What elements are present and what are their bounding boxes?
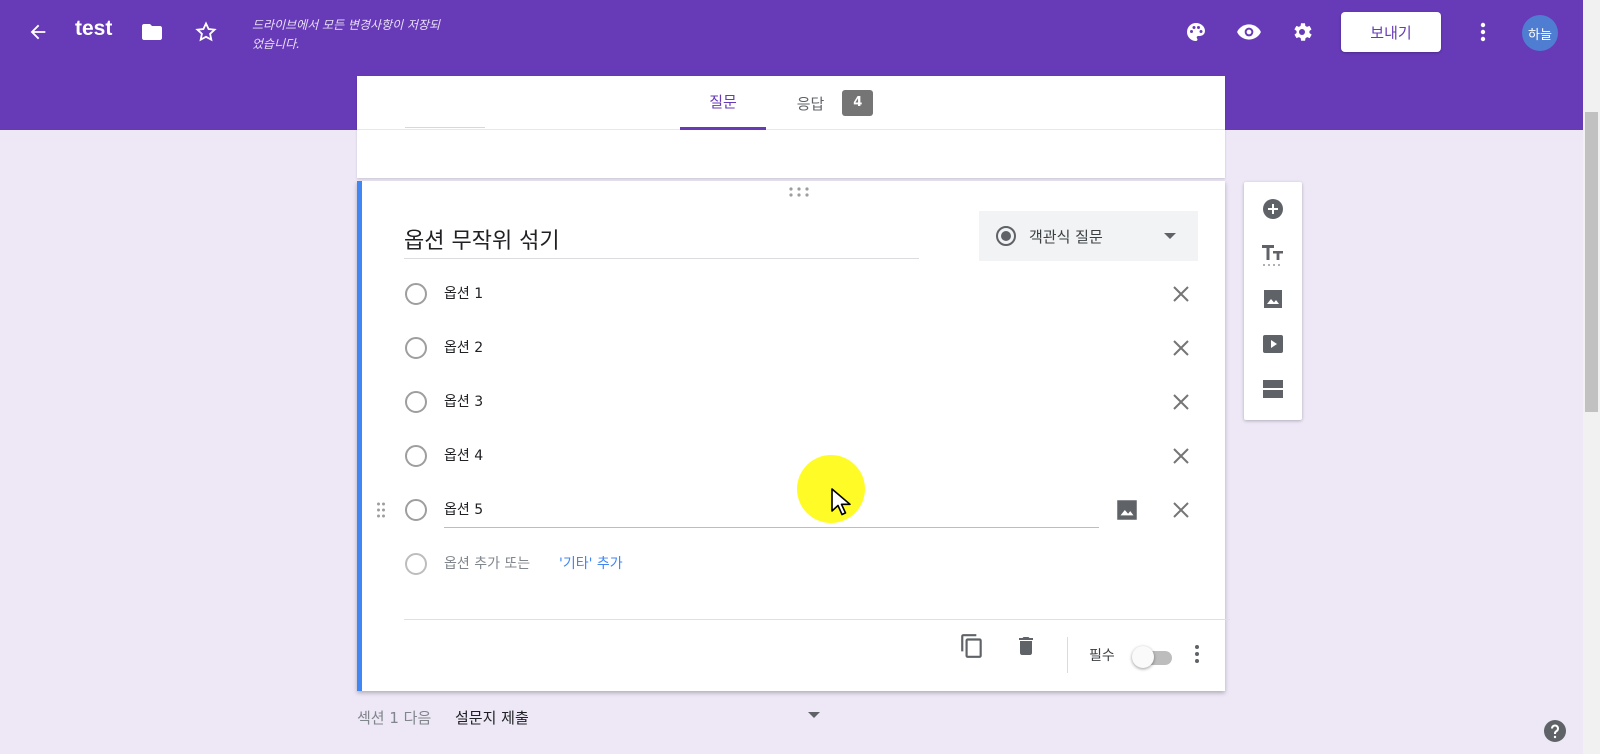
add-option-row[interactable]: 옵션 추가 또는 '기타' 추가 <box>362 539 1225 589</box>
trash-icon <box>1019 637 1033 655</box>
image-icon[interactable] <box>1114 497 1140 523</box>
option-row[interactable]: 옵션 4 <box>362 431 1225 481</box>
scrollbar-thumb[interactable] <box>1585 112 1598 412</box>
gear-icon <box>1294 23 1312 41</box>
send-button[interactable]: 보내기 <box>1341 12 1441 52</box>
tab-responses[interactable]: 응답 4 <box>783 76 887 130</box>
question-type-dropdown[interactable]: 객관식 질문 <box>979 211 1198 261</box>
help-button[interactable] <box>1543 719 1567 743</box>
add-video-button[interactable] <box>1259 330 1287 358</box>
toggle-knob <box>1132 646 1154 668</box>
required-toggle[interactable] <box>1132 645 1174 668</box>
delete-button[interactable] <box>1012 632 1040 660</box>
add-other-link[interactable]: '기타' 추가 <box>559 553 623 573</box>
star-button[interactable] <box>190 15 222 49</box>
footer-vertical-divider <box>1067 637 1068 673</box>
option-label[interactable]: 옵션 2 <box>444 337 483 357</box>
add-image-button[interactable] <box>1259 285 1287 313</box>
card-footer-divider <box>404 619 1230 620</box>
tab-questions[interactable]: 질문 <box>680 76 766 130</box>
settings-button[interactable] <box>1286 16 1318 48</box>
mouse-pointer-icon <box>831 488 851 516</box>
add-title-button[interactable] <box>1259 240 1287 268</box>
more-vert-icon <box>1195 645 1199 663</box>
back-button[interactable] <box>22 14 54 50</box>
duplicate-button[interactable] <box>958 632 986 660</box>
close-icon[interactable] <box>1168 281 1194 307</box>
responses-count-badge: 4 <box>842 90 874 116</box>
folder-icon <box>142 24 162 40</box>
tab-questions-label: 질문 <box>709 93 737 111</box>
radio-checked-icon <box>996 226 1016 246</box>
tabs-row: 질문 응답 4 <box>357 76 1225 130</box>
radio-icon <box>405 337 427 359</box>
star-icon <box>195 21 217 42</box>
arrow-back-icon <box>30 24 46 40</box>
help-icon <box>1544 720 1566 742</box>
question-card[interactable]: 옵션 무작위 섞기 객관식 질문 옵션 1 옵션 2 옵션 3 옵션 4 옵션 … <box>357 181 1230 691</box>
option-input-underline <box>444 527 1099 528</box>
video-icon <box>1263 335 1283 353</box>
close-icon[interactable] <box>1168 497 1194 523</box>
required-label: 필수 <box>1089 648 1115 664</box>
account-avatar[interactable]: 하늘 <box>1522 15 1558 51</box>
question-more-button[interactable] <box>1190 639 1204 669</box>
radio-icon <box>405 445 427 467</box>
option-label[interactable]: 옵션 3 <box>444 391 483 411</box>
chevron-down-icon[interactable] <box>808 712 820 718</box>
add-option-link[interactable]: 옵션 추가 또는 <box>444 553 530 573</box>
image-icon <box>1264 290 1282 308</box>
question-title-input[interactable]: 옵션 무작위 섞기 <box>404 223 919 259</box>
page-scrollbar[interactable] <box>1583 0 1600 754</box>
side-toolbar <box>1244 182 1302 420</box>
form-title[interactable]: test <box>75 17 112 41</box>
radio-icon <box>405 391 427 413</box>
section-next-label: 섹션 1 다음 <box>357 709 432 727</box>
option-label[interactable]: 옵션 1 <box>444 283 483 303</box>
preview-button[interactable] <box>1233 16 1265 48</box>
close-icon[interactable] <box>1168 443 1194 469</box>
question-type-label: 객관식 질문 <box>1029 227 1103 246</box>
title-text-icon <box>1262 245 1283 266</box>
palette-icon <box>1187 23 1205 41</box>
customize-theme-button[interactable] <box>1180 16 1212 48</box>
option-row-active[interactable]: 옵션 5 <box>362 485 1225 535</box>
tab-responses-label: 응답 <box>796 94 825 113</box>
section-icon <box>1263 380 1283 398</box>
form-description-line <box>405 124 485 128</box>
move-to-folder-button[interactable] <box>136 15 168 49</box>
option-row[interactable]: 옵션 1 <box>362 269 1225 319</box>
option-row[interactable]: 옵션 2 <box>362 323 1225 373</box>
more-vert-icon <box>1480 22 1486 42</box>
save-status-text: 드라이브에서 모든 변경사항이 저장되었습니다. <box>252 18 441 51</box>
add-question-button[interactable] <box>1259 195 1287 223</box>
copy-icon <box>961 634 982 658</box>
radio-icon <box>405 499 427 521</box>
option-label[interactable]: 옵션 5 <box>444 499 483 519</box>
drag-handle-icon[interactable] <box>376 501 386 519</box>
close-icon[interactable] <box>1168 389 1194 415</box>
add-section-button[interactable] <box>1259 375 1287 403</box>
radio-icon <box>405 553 427 575</box>
option-label[interactable]: 옵션 4 <box>444 445 483 465</box>
eye-icon <box>1237 24 1261 40</box>
option-row[interactable]: 옵션 3 <box>362 377 1225 427</box>
section-next-dropdown[interactable]: 설문지 제출 <box>455 707 529 728</box>
add-question-icon <box>1263 199 1283 219</box>
drag-handle-icon[interactable] <box>787 186 811 198</box>
more-options-button[interactable] <box>1471 16 1495 48</box>
tabs-card: 질문 응답 4 <box>357 76 1225 178</box>
chevron-down-icon <box>1164 233 1176 239</box>
radio-icon <box>405 283 427 305</box>
close-icon[interactable] <box>1168 335 1194 361</box>
